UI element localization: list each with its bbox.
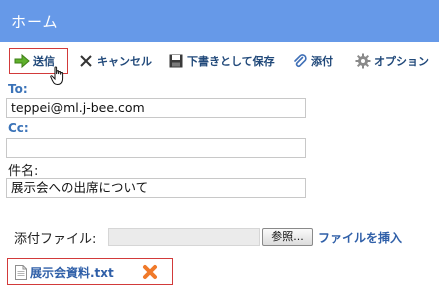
app-header: ホーム — [0, 0, 439, 42]
save-draft-label: 下書きとして保存 — [187, 55, 275, 68]
attach-label: 添付 — [311, 55, 333, 68]
attachment-label: 添付ファイル: — [14, 232, 97, 247]
file-path-input[interactable] — [108, 228, 260, 246]
close-icon — [80, 55, 92, 67]
attached-file-name[interactable]: 展示会資料.txt — [30, 264, 114, 281]
options-label: オプション — [374, 55, 429, 68]
cancel-button[interactable]: キャンセル — [78, 48, 152, 74]
arrow-right-icon — [14, 53, 30, 69]
to-label: To: — [8, 82, 28, 96]
page-title: ホーム — [11, 13, 59, 31]
paperclip-icon — [294, 54, 307, 67]
cc-field[interactable] — [6, 138, 306, 158]
attached-file-item: 展示会資料.txt — [7, 258, 173, 285]
subject-field[interactable]: 展示会への出席について — [6, 178, 306, 198]
save-draft-button[interactable]: 下書きとして保存 — [168, 48, 275, 74]
delete-icon[interactable] — [142, 264, 158, 280]
attach-button[interactable]: 添付 — [292, 48, 333, 74]
save-icon — [169, 54, 183, 68]
insert-file-link[interactable]: ファイルを挿入 — [318, 229, 402, 246]
browse-button[interactable]: 参照... — [262, 228, 313, 246]
subject-label: 件名: — [8, 164, 39, 179]
cc-label: Cc: — [8, 121, 29, 135]
hand-cursor-icon — [50, 66, 64, 86]
cancel-label: キャンセル — [97, 55, 152, 68]
gear-icon — [355, 53, 371, 69]
to-field[interactable]: teppei@ml.j-bee.com — [6, 98, 306, 118]
options-button[interactable]: オプション — [355, 48, 429, 74]
text-file-icon — [15, 265, 27, 280]
